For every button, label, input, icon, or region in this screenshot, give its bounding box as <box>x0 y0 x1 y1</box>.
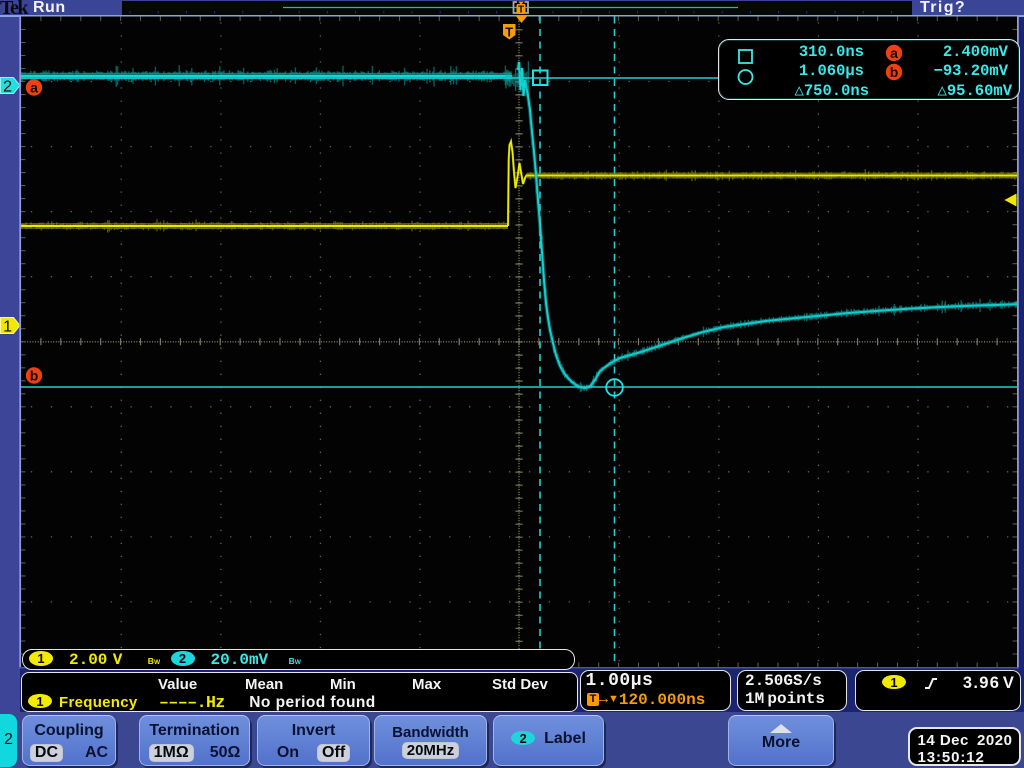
svg-text:b: b <box>30 368 39 384</box>
svg-text:a: a <box>30 80 38 96</box>
svg-text:T: T <box>505 26 513 40</box>
svg-text:T: T <box>518 5 524 16</box>
svg-text:b: b <box>890 64 899 80</box>
svg-text:1: 1 <box>3 319 12 336</box>
svg-text:2: 2 <box>3 79 12 96</box>
svg-text:a: a <box>890 45 898 61</box>
